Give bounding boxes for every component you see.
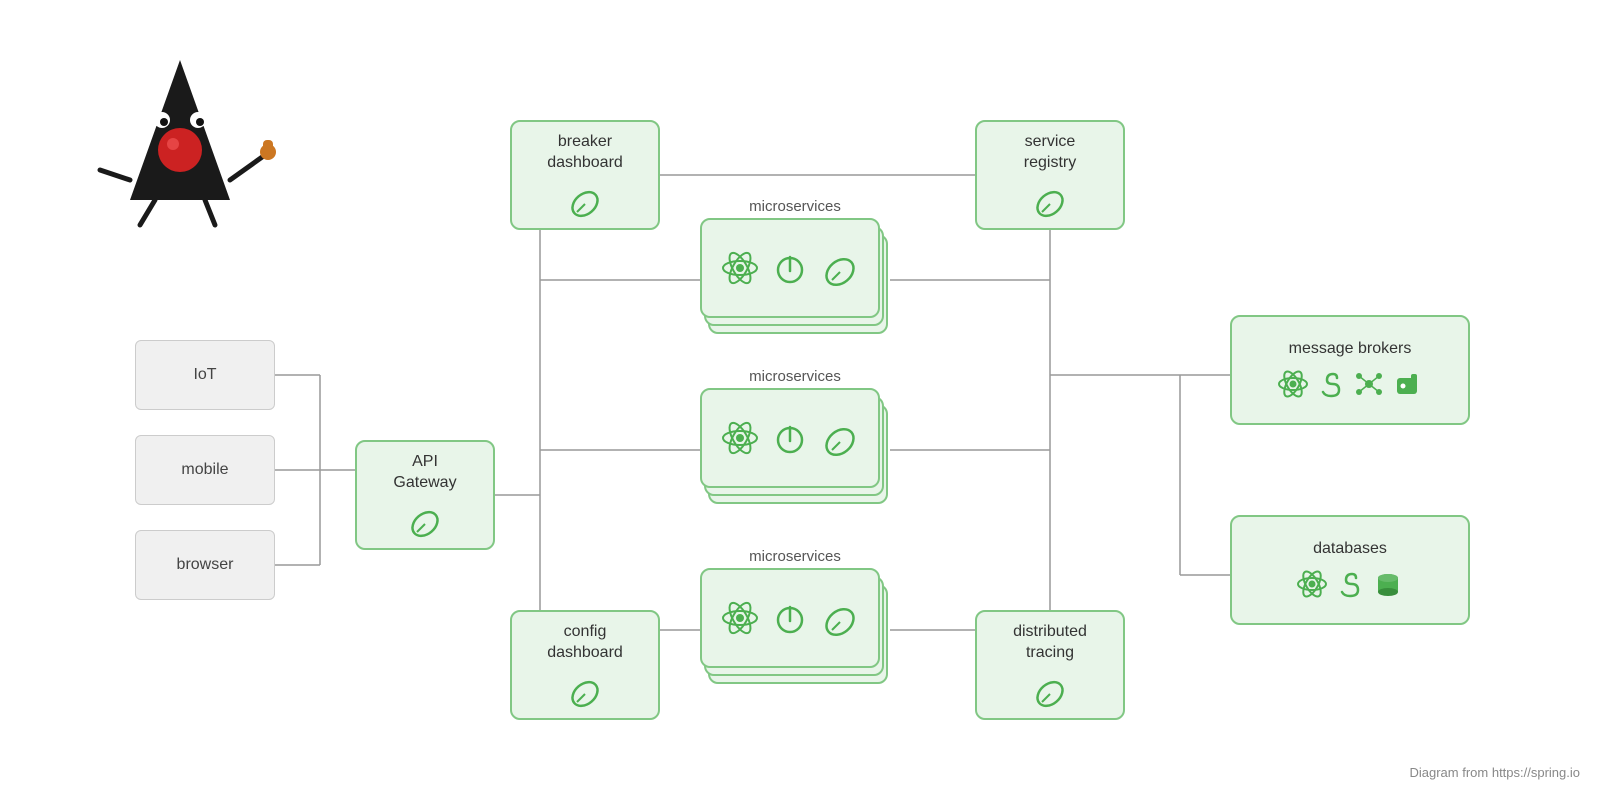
microservices-bottom-stack [700, 568, 890, 708]
spring-leaf-icon-2 [567, 182, 603, 218]
databases-icons [1296, 568, 1404, 600]
distributed-tracing-icons [1032, 672, 1068, 708]
api-gateway-box: APIGateway [355, 440, 495, 550]
browser-label: browser [177, 556, 234, 574]
atom-broker-icon [1277, 368, 1309, 400]
kafka-icon [1353, 368, 1385, 400]
spring-leaf-icon [407, 502, 443, 538]
service-registry-title: serviceregistry [1024, 132, 1076, 174]
spring-leaf-icon-3 [1032, 182, 1068, 218]
power-icon-2 [771, 419, 809, 457]
power-icon-3 [771, 599, 809, 637]
message-brokers-box: message brokers [1230, 315, 1470, 425]
microservices-middle-stack [700, 388, 890, 528]
distributed-tracing-title: distributedtracing [1013, 622, 1087, 664]
message-brokers-title: message brokers [1289, 340, 1412, 358]
microservices-top-label: microservices [700, 198, 890, 215]
breaker-dashboard-title: breakerdashboard [547, 132, 623, 174]
spring-leaf-ms-icon-2 [821, 419, 859, 457]
breaker-dashboard-icons [567, 182, 603, 218]
spring-s-db-icon [1334, 568, 1366, 600]
diagram-container: IoT mobile browser APIGateway breakerdas… [0, 0, 1600, 800]
atom-db-icon [1296, 568, 1328, 600]
api-gateway-icons [407, 502, 443, 538]
mobile-box: mobile [135, 435, 275, 505]
iot-label: IoT [193, 366, 216, 384]
breaker-dashboard-box: breakerdashboard [510, 120, 660, 230]
config-dashboard-icons [567, 672, 603, 708]
browser-box: browser [135, 530, 275, 600]
microservices-middle-label: microservices [700, 368, 890, 385]
power-icon [771, 249, 809, 287]
spring-leaf-ms-icon [821, 249, 859, 287]
distributed-tracing-box: distributedtracing [975, 610, 1125, 720]
atom-icon [721, 249, 759, 287]
config-dashboard-title: configdashboard [547, 622, 623, 664]
service-registry-icons [1032, 182, 1068, 218]
databases-box: databases [1230, 515, 1470, 625]
spring-s-icon [1315, 368, 1347, 400]
iot-box: IoT [135, 340, 275, 410]
rabbitmq-icon [1391, 368, 1423, 400]
atom-icon-3 [721, 599, 759, 637]
diagram-credit: Diagram from https://spring.io [1409, 765, 1580, 780]
databases-title: databases [1313, 540, 1387, 558]
spring-leaf-ms-icon-3 [821, 599, 859, 637]
mascot [80, 40, 280, 240]
spring-leaf-icon-4 [567, 672, 603, 708]
atom-icon-2 [721, 419, 759, 457]
microservices-top-stack [700, 218, 890, 358]
message-brokers-icons [1277, 368, 1423, 400]
spring-leaf-icon-5 [1032, 672, 1068, 708]
service-registry-box: serviceregistry [975, 120, 1125, 230]
microservices-bottom-label: microservices [700, 548, 890, 565]
mobile-label: mobile [181, 461, 228, 479]
config-dashboard-box: configdashboard [510, 610, 660, 720]
api-gateway-title: APIGateway [393, 452, 456, 494]
database-cylinder-icon [1372, 568, 1404, 600]
